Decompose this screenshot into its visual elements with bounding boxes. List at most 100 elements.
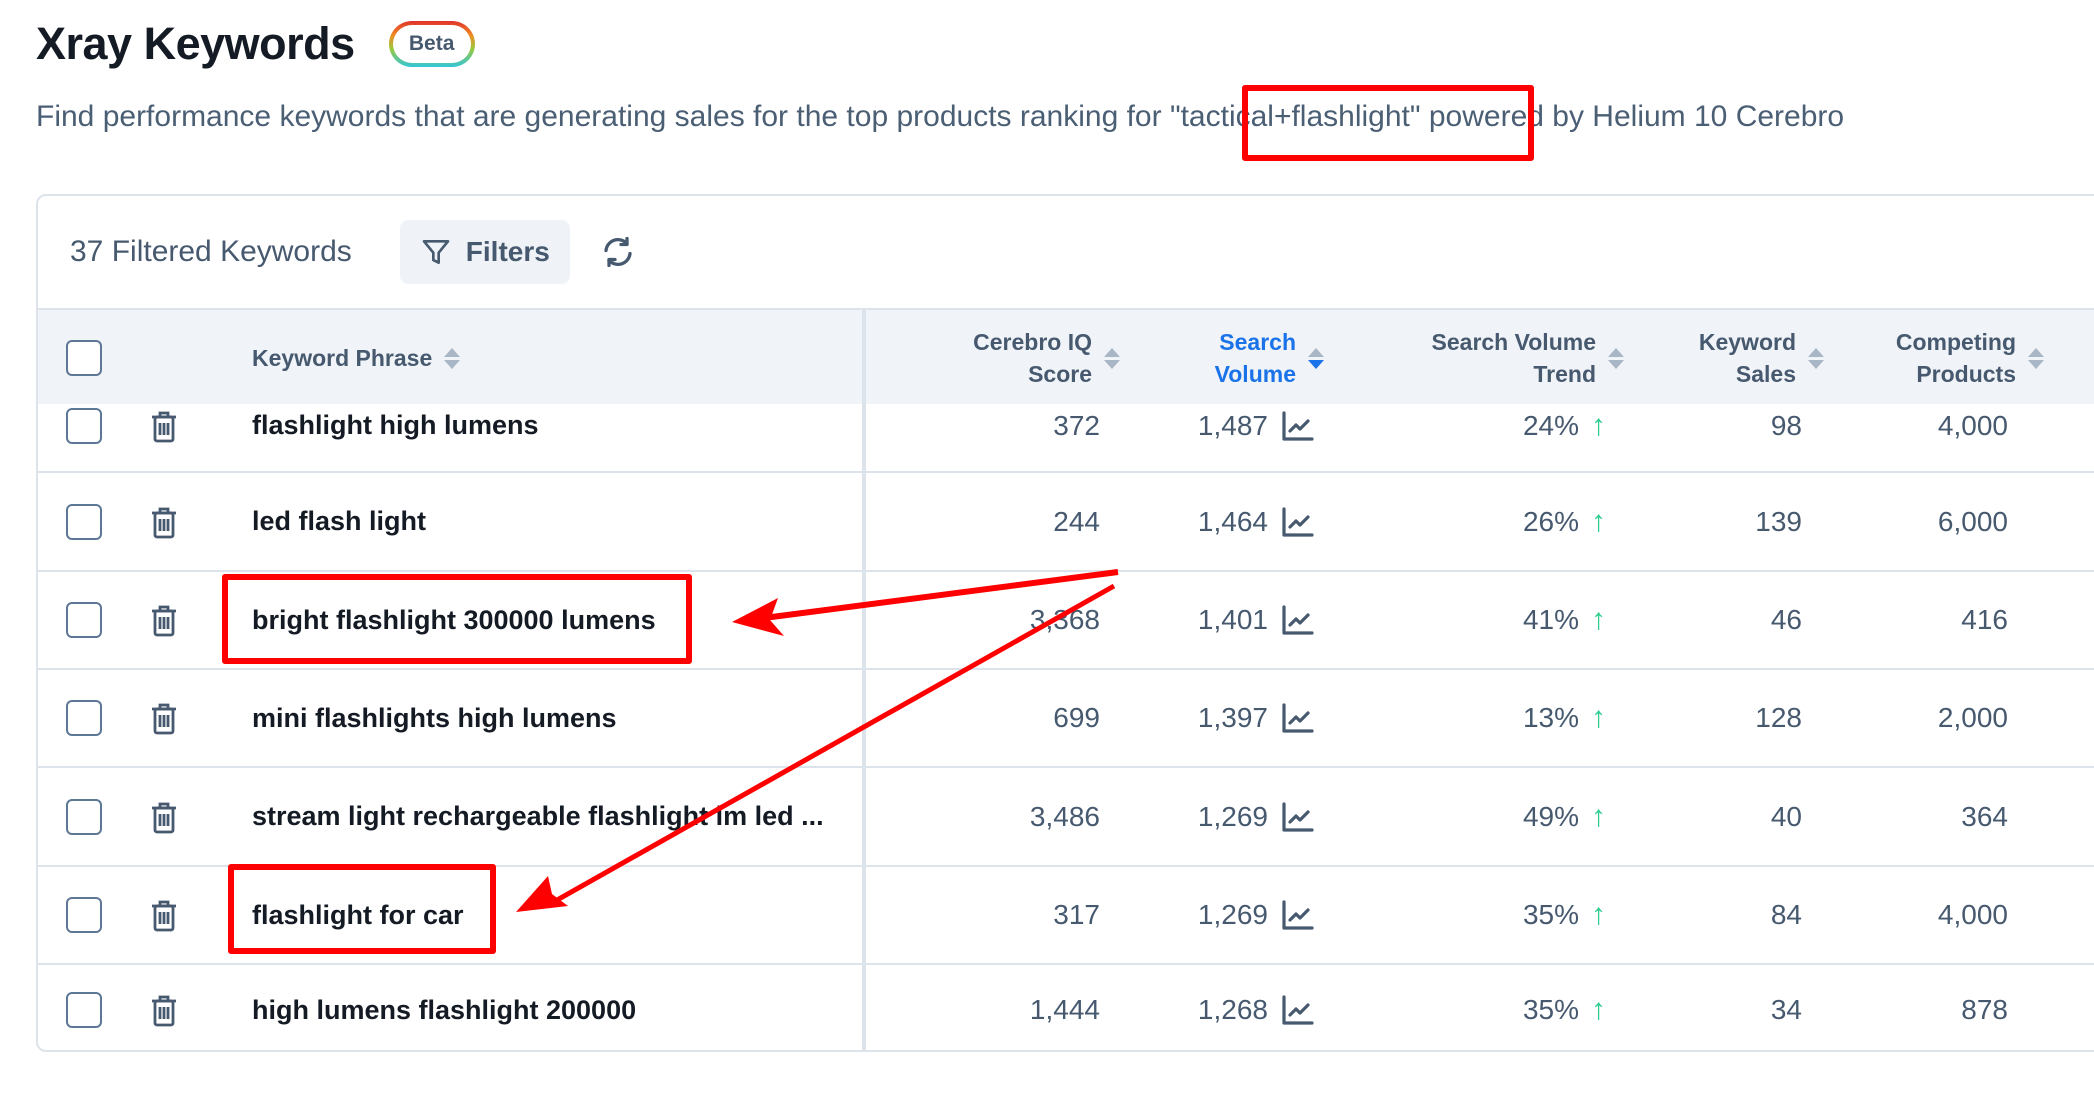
sort-icon (444, 347, 461, 369)
line-chart-icon[interactable] (1282, 900, 1314, 930)
row-checkbox-cell (66, 768, 102, 865)
search-volume-trend-cell: 35% ↑ (1338, 867, 1606, 963)
label-line: Search (1219, 329, 1296, 355)
sort-icon (2028, 347, 2044, 369)
highlight-box-keyword (222, 574, 692, 664)
refresh-icon (604, 236, 632, 268)
keyword-sales: 139 (1755, 505, 1802, 537)
cerebro-iq-score: 699 (1053, 702, 1100, 733)
keyword-sales: 46 (1770, 604, 1802, 635)
delete-keyword-button[interactable] (150, 965, 178, 1050)
arrow-up-icon: ↑ (1591, 799, 1606, 833)
delete-keyword-button[interactable] (150, 473, 178, 570)
search-volume-cell: 1,464 (1128, 473, 1314, 570)
column-label: Keyword Phrase (252, 345, 433, 371)
cerebro-iq-score: 244 (1053, 505, 1100, 537)
trash-icon (150, 898, 178, 932)
trash-icon (150, 409, 178, 443)
competing-products: 416 (1961, 604, 2008, 635)
arrow-up-icon: ↑ (1591, 408, 1606, 442)
line-chart-icon[interactable] (1282, 995, 1314, 1025)
filters-button[interactable]: Filters (399, 220, 570, 284)
keyword-sales: 98 (1770, 409, 1802, 441)
delete-keyword-button[interactable] (150, 867, 178, 963)
delete-keyword-button[interactable] (150, 768, 178, 865)
search-volume: 1,269 (1197, 899, 1268, 930)
row-checkbox-cell (66, 965, 102, 1050)
table-row: stream light rechargeable flashlight lm … (38, 768, 2094, 867)
search-volume-cell: 1,268 (1128, 965, 1314, 1050)
keyword-phrase[interactable]: flashlight high lumens (252, 392, 539, 459)
trash-icon (150, 800, 178, 834)
row-checkbox[interactable] (66, 992, 102, 1028)
subtitle-text: Find performance keywords that are gener… (36, 100, 1170, 133)
row-checkbox[interactable] (66, 503, 102, 540)
arrow-up-icon: ↑ (1591, 504, 1606, 538)
page-header: Xray Keywords Beta (36, 18, 475, 70)
delete-keyword-button[interactable] (150, 572, 178, 668)
keyword-sales: 128 (1755, 702, 1802, 733)
search-volume-cell: 1,487 (1128, 392, 1314, 459)
line-chart-icon[interactable] (1282, 506, 1314, 537)
label-line: Cerebro IQ (973, 329, 1092, 355)
table-row: led flash light 244 1,464 26% ↑ 139 6,00… (38, 473, 2094, 572)
table-toolbar: 37 Filtered Keywords Filters (38, 196, 2094, 308)
select-all-checkbox[interactable] (66, 340, 102, 376)
keyword-sales: 34 (1770, 994, 1802, 1025)
row-checkbox-cell (66, 867, 102, 963)
line-chart-icon[interactable] (1282, 605, 1314, 635)
page-title: Xray Keywords (36, 18, 355, 69)
label-line: Score (1028, 361, 1092, 387)
search-volume: 1,464 (1197, 505, 1268, 537)
keyword-phrase[interactable]: high lumens flashlight 200000 (252, 965, 636, 1050)
label-line: Competing (1895, 329, 2016, 355)
search-volume: 1,401 (1197, 604, 1268, 635)
table-row: flashlight high lumens 372 1,487 24% ↑ 9… (38, 404, 2094, 473)
cerebro-iq-score: 1,444 (1029, 994, 1100, 1025)
beta-badge: Beta (388, 21, 475, 67)
trash-icon (150, 603, 178, 637)
search-volume-trend-cell: 41% ↑ (1338, 572, 1606, 668)
keyword-phrase[interactable]: led flash light (252, 473, 426, 570)
row-checkbox[interactable] (66, 897, 102, 933)
keyword-sales: 84 (1770, 899, 1802, 930)
search-volume: 1,269 (1197, 800, 1268, 832)
competing-products: 6,000 (1937, 505, 2008, 537)
line-chart-icon[interactable] (1282, 410, 1314, 441)
label-line: Trend (1533, 361, 1596, 387)
row-checkbox[interactable] (66, 798, 102, 835)
sort-icon (1808, 347, 1824, 369)
page-subtitle: Find performance keywords that are gener… (36, 100, 1844, 134)
keyword-phrase[interactable]: stream light rechargeable flashlight lm … (252, 768, 824, 865)
line-chart-icon[interactable] (1282, 801, 1314, 832)
search-volume-trend-cell: 35% ↑ (1338, 965, 1606, 1050)
search-volume-trend-cell: 24% ↑ (1338, 392, 1606, 459)
competing-products: 878 (1961, 994, 2008, 1025)
row-checkbox[interactable] (66, 602, 102, 638)
refresh-button[interactable] (600, 234, 636, 270)
row-checkbox-cell (66, 473, 102, 570)
search-volume-cell: 1,269 (1128, 867, 1314, 963)
column-label: Search Volume Trend (1432, 326, 1596, 390)
table-row: high lumens flashlight 200000 1,444 1,26… (38, 965, 2094, 1050)
row-checkbox-cell (66, 572, 102, 668)
search-volume: 1,487 (1197, 409, 1268, 441)
beta-badge-label: Beta (392, 25, 471, 63)
column-label: Search Volume (1215, 326, 1296, 390)
search-volume-trend-cell: 13% ↑ (1338, 670, 1606, 766)
keyword-phrase[interactable]: mini flashlights high lumens (252, 670, 617, 766)
row-checkbox[interactable] (66, 700, 102, 736)
row-checkbox[interactable] (66, 407, 102, 444)
competing-products: 4,000 (1937, 409, 2008, 441)
competing-products: 2,000 (1937, 702, 2008, 733)
filtered-keyword-count: 37 Filtered Keywords (70, 235, 352, 268)
delete-keyword-button[interactable] (150, 670, 178, 766)
line-chart-icon[interactable] (1282, 703, 1314, 733)
trash-icon (150, 701, 178, 735)
cerebro-iq-score: 372 (1053, 409, 1100, 441)
trash-icon (150, 505, 178, 539)
search-volume-cell: 1,401 (1128, 572, 1314, 668)
cerebro-iq-score: 3,368 (1029, 604, 1100, 635)
table-header: Keyword Phrase Cerebro IQ Score Search Vol… (38, 308, 2094, 404)
delete-keyword-button[interactable] (150, 392, 178, 459)
